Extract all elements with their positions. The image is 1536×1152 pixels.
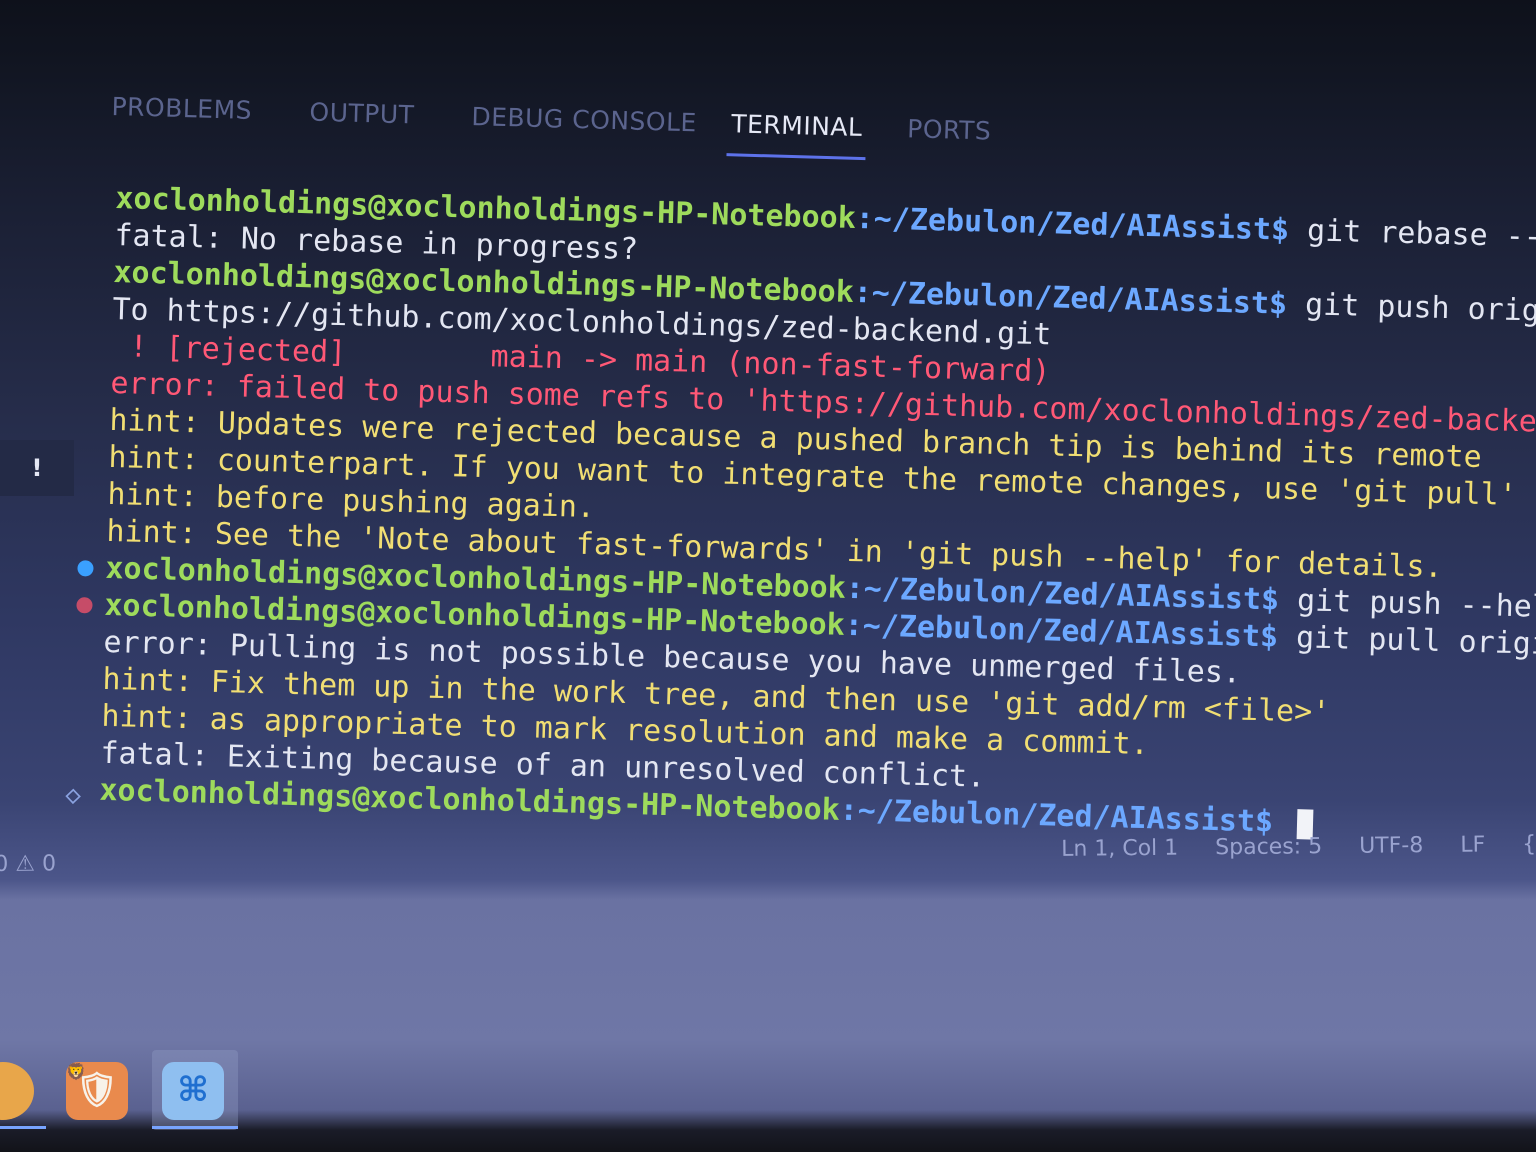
- tab-debug-console[interactable]: DEBUG CONSOLE: [471, 102, 697, 137]
- panel-tab-bar: PROBLEMS OUTPUT DEBUG CONSOLE TERMINAL P…: [110, 92, 1011, 177]
- tab-terminal[interactable]: TERMINAL: [731, 109, 863, 142]
- tab-problems[interactable]: PROBLEMS: [111, 92, 252, 125]
- laptop-screen: PROBLEMS OUTPUT DEBUG CONSOLE TERMINAL P…: [0, 0, 1536, 1152]
- brave-browser-icon[interactable]: 🛡: [66, 1062, 128, 1120]
- line-ending[interactable]: LF: [1460, 832, 1485, 857]
- tab-output[interactable]: OUTPUT: [309, 98, 415, 130]
- indentation-setting[interactable]: Spaces: 5: [1215, 834, 1322, 860]
- status-bar: 0 ⚠ 0 Ln 1, Col 1 Spaces: 5 UTF-8 LF {: [0, 820, 1536, 886]
- chrome-icon[interactable]: [0, 1062, 34, 1120]
- tab-ports[interactable]: PORTS: [907, 114, 992, 145]
- vscode-logo-glyph: ⌘: [177, 1070, 209, 1110]
- command-text: git rebase --c: [1288, 212, 1536, 256]
- statusbar-extra[interactable]: {: [1522, 832, 1536, 857]
- taskbar: 🛡 ⌘: [0, 1050, 300, 1130]
- vscode-running-indicator: [152, 1126, 238, 1129]
- command-error-icon[interactable]: [76, 597, 93, 614]
- command-text: git push origi: [1286, 286, 1536, 330]
- chrome-running-indicator: [0, 1126, 46, 1129]
- command-success-icon[interactable]: [77, 560, 94, 577]
- cursor-position[interactable]: Ln 1, Col 1: [1061, 836, 1178, 862]
- file-encoding[interactable]: UTF-8: [1359, 833, 1423, 859]
- terminal-output[interactable]: xoclonholdings@xoclonholdings-HP-Noteboo…: [65, 180, 1536, 849]
- command-default-icon[interactable]: ◇: [65, 777, 82, 814]
- problems-count[interactable]: 0 ⚠ 0: [0, 851, 56, 877]
- brave-lion-glyph: 🛡: [75, 1070, 119, 1110]
- vscode-icon[interactable]: ⌘: [162, 1062, 224, 1120]
- side-alert-badge[interactable]: !: [0, 440, 74, 496]
